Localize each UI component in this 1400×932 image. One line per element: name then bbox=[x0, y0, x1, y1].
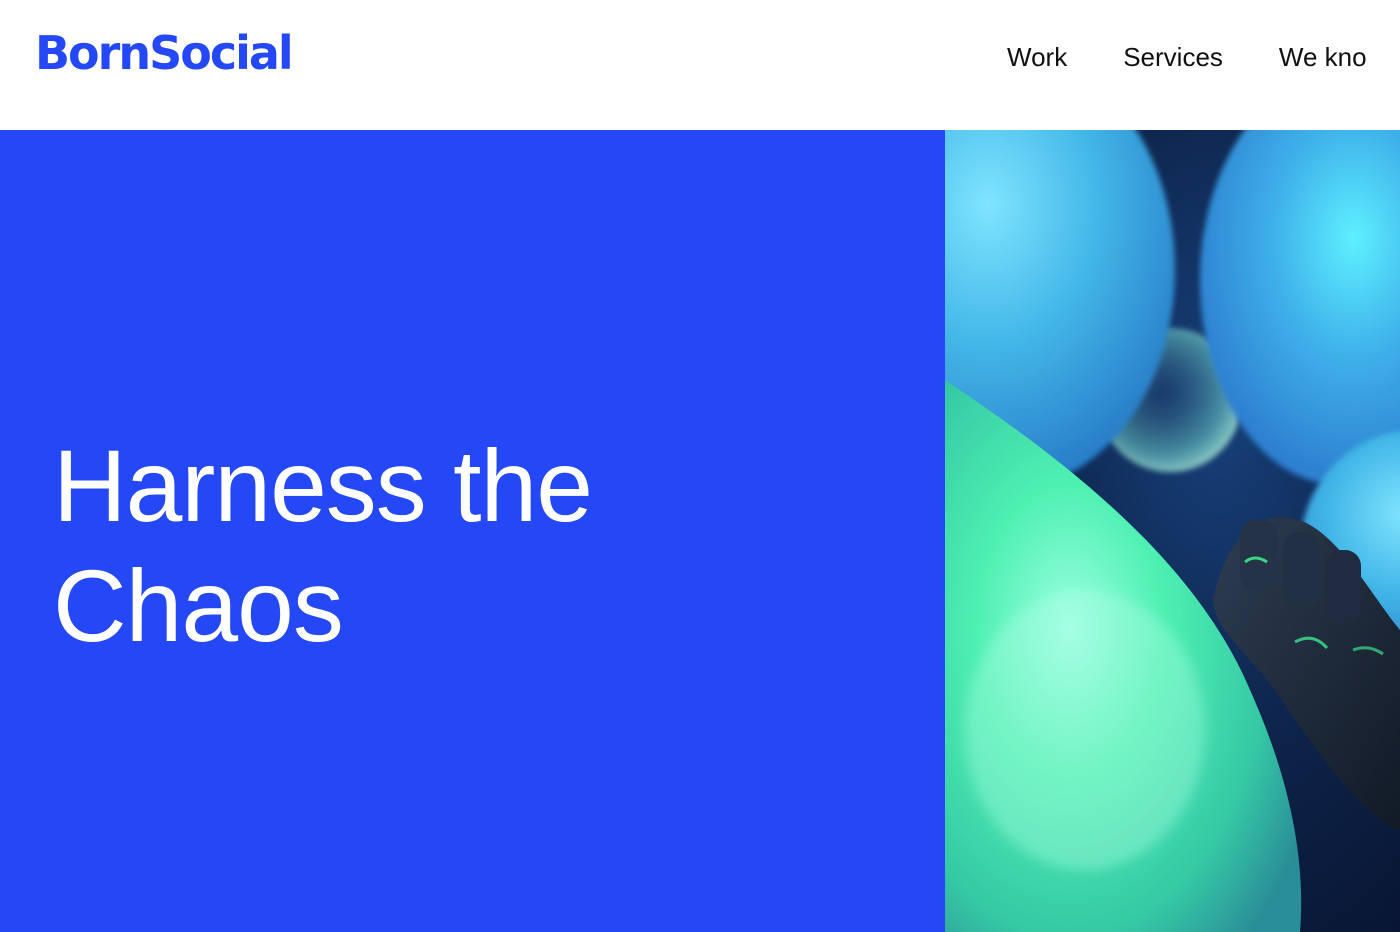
hero-section: Harness the Chaos bbox=[0, 130, 1400, 932]
nav-item-services[interactable]: Services bbox=[1123, 40, 1223, 74]
brand-logo[interactable]: BornSocial bbox=[35, 30, 294, 76]
hero-panel: Harness the Chaos bbox=[0, 130, 945, 932]
nav-item-work[interactable]: Work bbox=[1007, 40, 1067, 74]
balloons-illustration bbox=[945, 130, 1400, 932]
hero-title: Harness the Chaos bbox=[53, 426, 593, 666]
site-header: BornSocial Work Services We kno bbox=[0, 0, 1400, 130]
nav-item-we-know[interactable]: We kno bbox=[1279, 40, 1367, 74]
hero-balloons-image bbox=[945, 130, 1400, 932]
hero-title-line-1: Harness the bbox=[53, 429, 593, 543]
hero-title-line-2: Chaos bbox=[53, 549, 344, 663]
main-nav: Work Services We kno bbox=[1007, 40, 1400, 74]
